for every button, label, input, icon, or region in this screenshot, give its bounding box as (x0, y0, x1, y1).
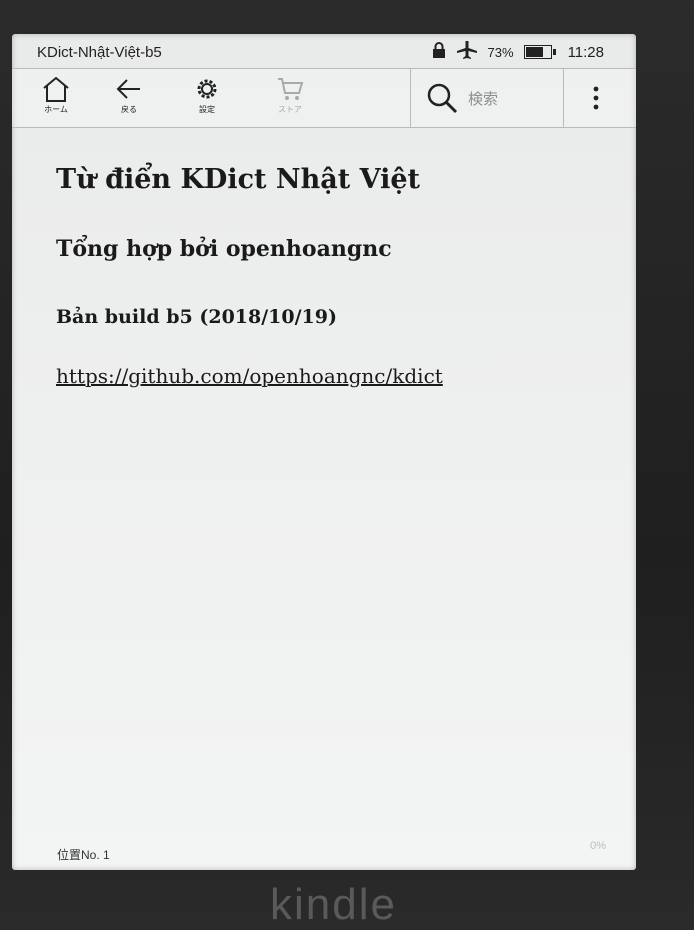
status-bar: KDict-Nhật-Việt-b5 73% 11:28 (12, 34, 636, 64)
airplane-icon (456, 40, 478, 64)
toolbar: ホーム 戻る 設定 ストア 検索 (12, 68, 636, 128)
search-placeholder: 検索 (468, 89, 499, 108)
battery-icon (523, 45, 556, 59)
github-link[interactable]: https://github.com/openhoangnc/kdict (56, 364, 443, 388)
gear-icon (197, 79, 217, 99)
location-indicator: 位置No. 1 (57, 848, 110, 862)
settings-button[interactable]: 設定 (177, 75, 237, 125)
search-field[interactable]: 検索 (426, 79, 556, 117)
home-button[interactable]: ホーム (26, 75, 86, 125)
settings-label: 設定 (199, 105, 215, 114)
cart-icon (278, 78, 304, 100)
reading-progress: 0% (590, 840, 606, 852)
store-button[interactable]: ストア (260, 75, 320, 125)
author-line: Tổng hợp bởi openhoangnc (56, 236, 392, 262)
home-label: ホーム (44, 105, 68, 114)
home-icon (43, 76, 69, 102)
more-vertical-icon (593, 86, 599, 110)
battery-percent: 73% (487, 44, 514, 60)
toolbar-divider (563, 69, 564, 127)
book-title: KDict-Nhật-Việt-b5 (37, 44, 162, 61)
back-arrow-icon (116, 79, 140, 99)
battery-fill (525, 47, 544, 57)
search-icon (427, 83, 458, 114)
status-indicators: 73% 11:28 (432, 40, 604, 64)
back-button[interactable]: 戻る (99, 75, 159, 125)
build-line: Bản build b5 (2018/10/19) (56, 306, 337, 328)
kindle-brand-logo: kindle (270, 880, 397, 929)
more-menu-button[interactable] (584, 83, 608, 113)
clock: 11:28 (567, 43, 604, 61)
toolbar-divider (410, 69, 411, 127)
back-label: 戻る (121, 105, 137, 114)
lock-icon (432, 42, 446, 62)
kindle-screen: KDict-Nhật-Việt-b5 73% 11:28 ホーム 戻る 設定 ス… (12, 34, 636, 870)
store-label: ストア (278, 105, 302, 114)
dictionary-title: Từ điển KDict Nhật Việt (56, 164, 420, 195)
